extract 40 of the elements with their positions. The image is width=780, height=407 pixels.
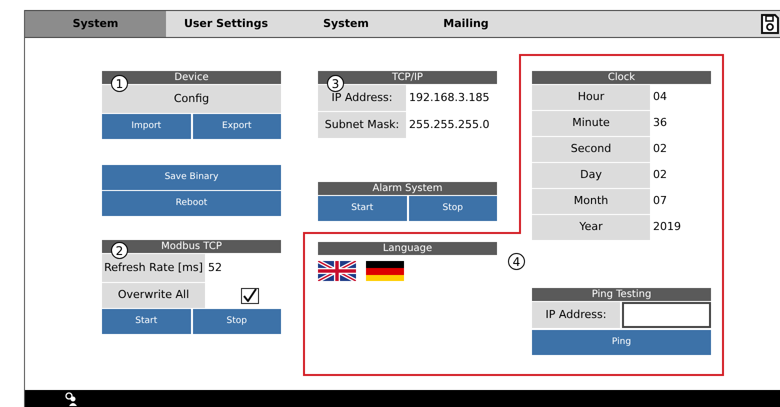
panel-header: Clock	[532, 71, 711, 84]
field-label: Minute	[532, 111, 650, 136]
panel-header: Ping Testing	[532, 288, 711, 301]
input-field[interactable]	[622, 302, 711, 328]
field-label: Subnet Mask:	[318, 112, 406, 138]
button[interactable]: Start	[102, 309, 190, 334]
field-label: Day	[532, 163, 650, 188]
button[interactable]: Stop	[192, 309, 281, 334]
panel-header: Language	[318, 242, 497, 255]
button[interactable]: Save Binary	[102, 165, 281, 190]
field-value: 07	[652, 193, 667, 210]
field-label: Overwrite All	[102, 283, 205, 308]
field-value: 2019	[652, 219, 681, 236]
field-value: 255.255.255.0	[408, 116, 490, 133]
tab[interactable]: System	[25, 11, 166, 37]
field-value: 02	[652, 141, 667, 158]
button[interactable]: Stop	[408, 196, 497, 221]
field-label: Refresh Rate [ms]	[102, 254, 205, 282]
field-label: Month	[532, 189, 650, 214]
field-value: 36	[652, 115, 667, 132]
field-value: 192.168.3.185	[408, 90, 490, 106]
field-value: 04	[652, 89, 667, 106]
field-label: IP Address:	[532, 302, 620, 328]
button[interactable]: Reboot	[102, 191, 281, 216]
button[interactable]: Start	[318, 196, 406, 221]
panel-header: Alarm System	[318, 182, 497, 195]
step-marker: 4	[508, 253, 525, 270]
save-icon[interactable]	[761, 14, 779, 34]
checkbox[interactable]	[241, 288, 259, 304]
field-label: Second	[532, 137, 650, 162]
field-label: Year	[532, 215, 650, 240]
button[interactable]: Ping	[532, 330, 711, 355]
field-value: 52	[207, 260, 222, 276]
german-flag-icon[interactable]	[366, 261, 404, 281]
button[interactable]: Export	[192, 114, 281, 139]
uk-flag-icon[interactable]	[318, 261, 356, 281]
button[interactable]: Import	[102, 114, 190, 139]
field-value: 02	[652, 167, 667, 184]
user-icon[interactable]	[65, 392, 77, 406]
field-label: Hour	[532, 85, 650, 110]
